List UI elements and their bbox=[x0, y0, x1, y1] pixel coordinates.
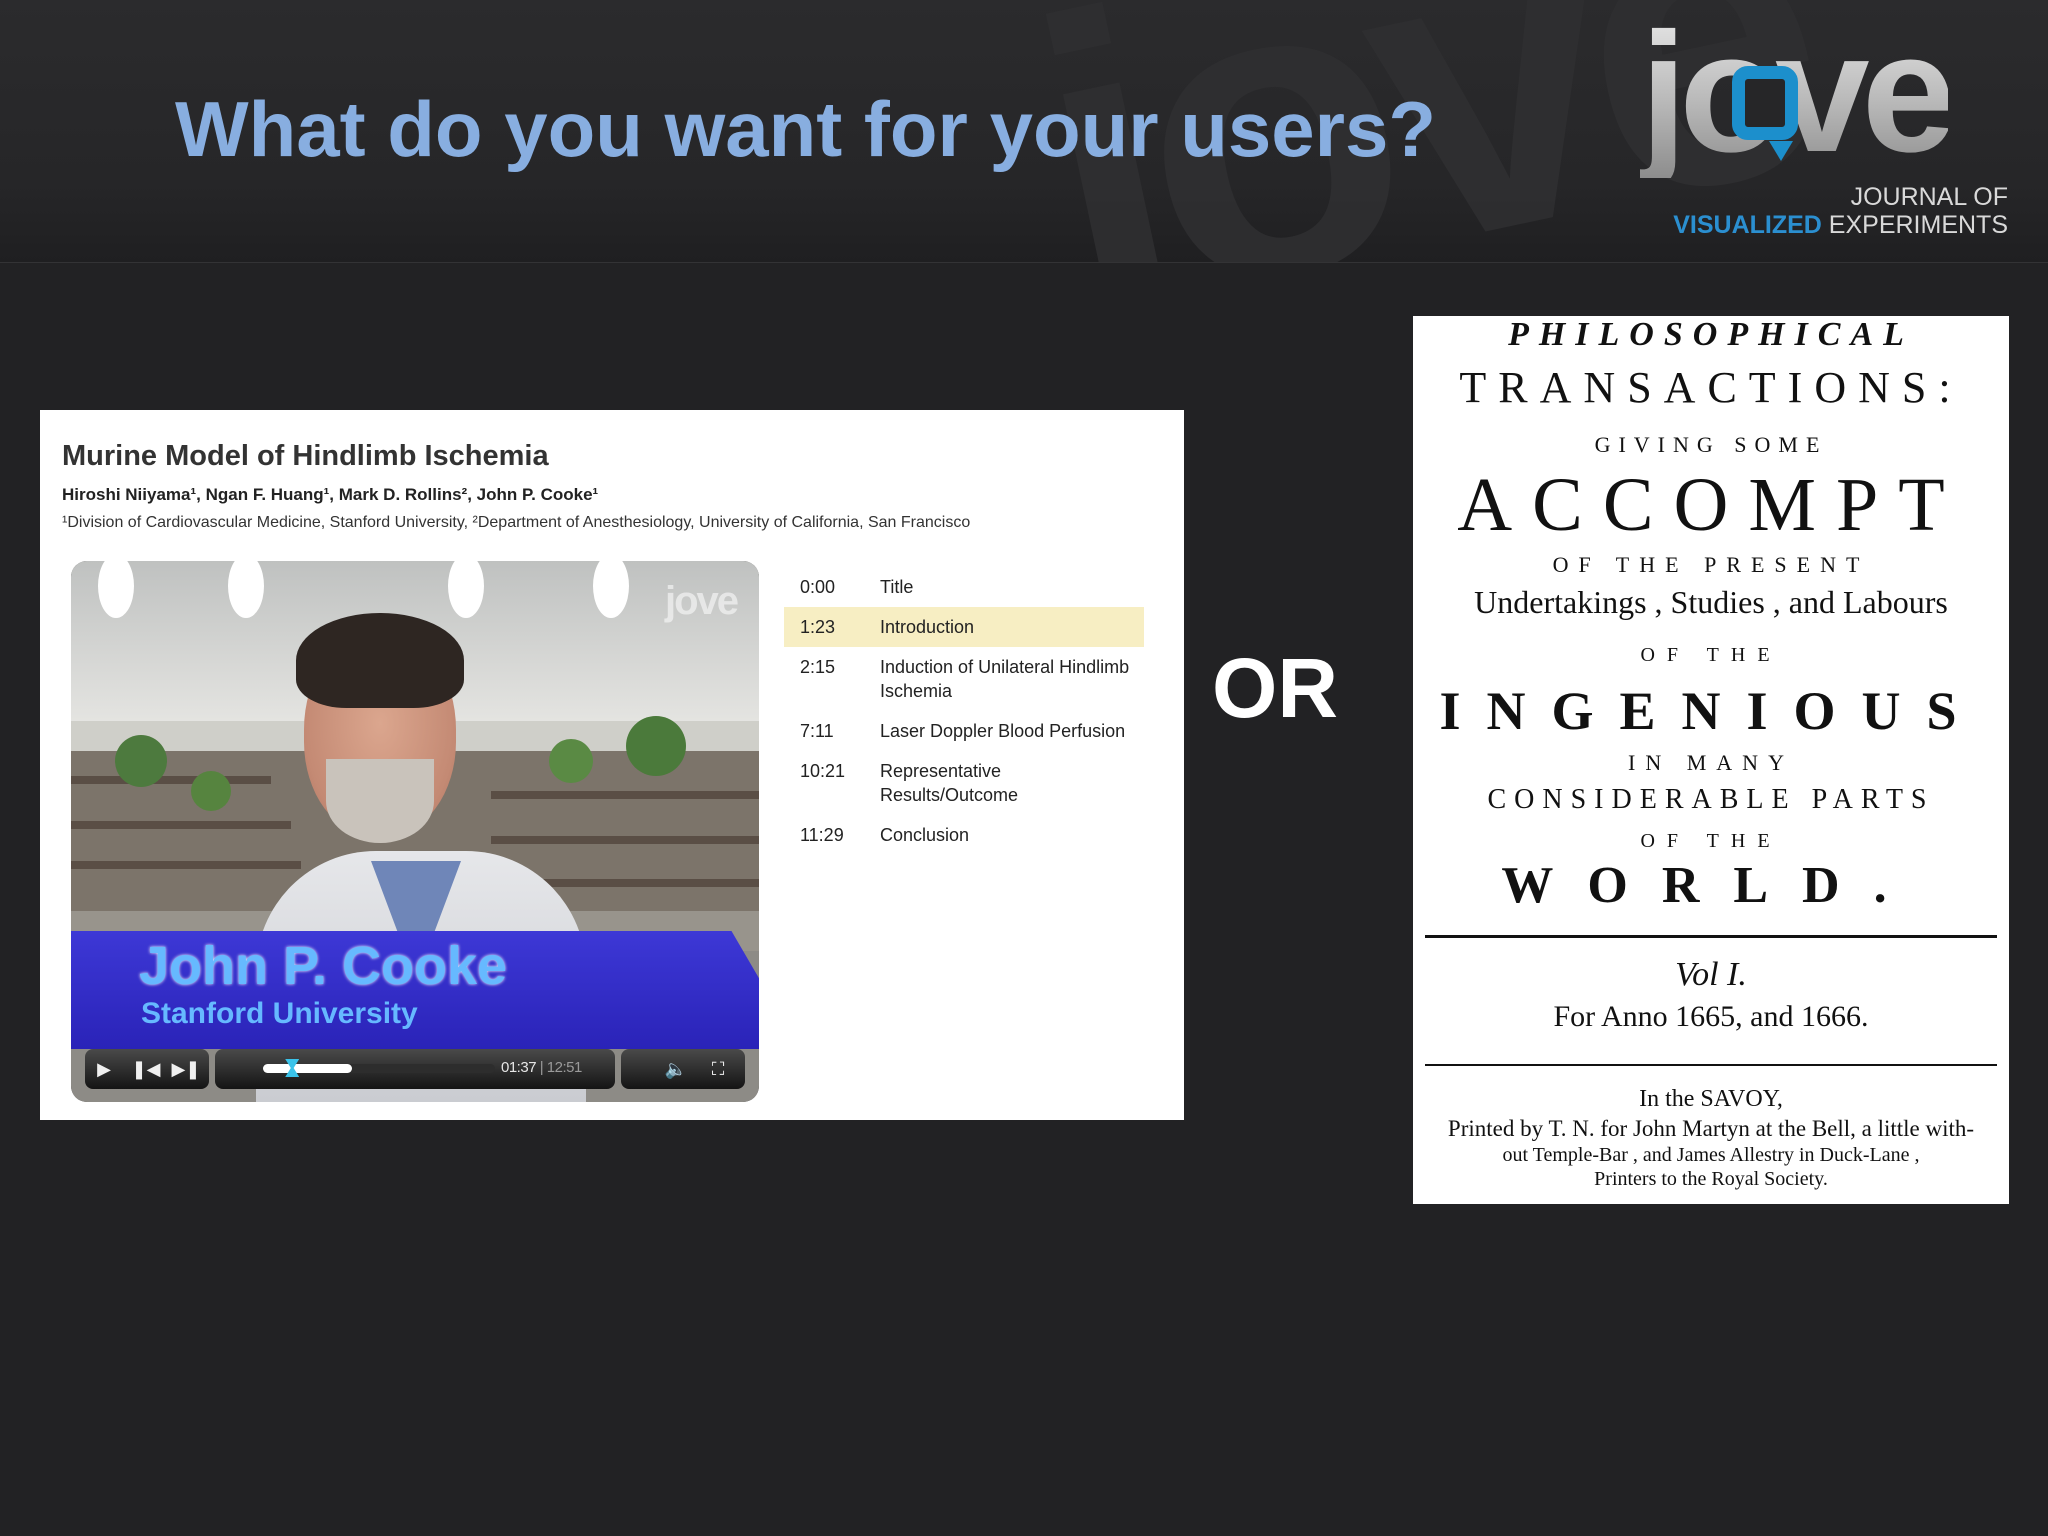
chapter-item[interactable]: 7:11 Laser Doppler Blood Perfusion bbox=[784, 711, 1144, 751]
chapter-time: 2:15 bbox=[800, 657, 836, 677]
chapter-item[interactable]: 11:29 Conclusion bbox=[784, 815, 1144, 855]
slide-title: What do you want for your users? bbox=[175, 85, 1437, 173]
seek-bar-played bbox=[263, 1064, 353, 1073]
chapter-item[interactable]: 10:21 Representative Results/Outcome bbox=[784, 751, 1144, 815]
logo-tagline-line1: JOURNAL OF bbox=[1850, 183, 2008, 211]
chapter-time: 0:00 bbox=[800, 577, 836, 597]
title-page-imprint: Printed by T. N. for John Martyn at the … bbox=[1447, 1116, 1975, 1141]
player-watermark-logo: jove bbox=[664, 579, 739, 623]
chapter-label: Induction of Unilateral Hindlimb Ischemi… bbox=[880, 657, 1130, 701]
or-label: OR bbox=[1212, 641, 1338, 735]
title-page-imprint: Printers to the Royal Society. bbox=[1594, 1168, 1828, 1190]
logo-tagline-accent: VISUALIZED bbox=[1673, 211, 1822, 239]
chapter-time: 7:11 bbox=[800, 721, 834, 741]
title-page-imprint: In the SAVOY, bbox=[1639, 1086, 1783, 1112]
title-page-line: PHILOSOPHICAL bbox=[1508, 316, 1914, 353]
title-page-line: ACCOMPT bbox=[1457, 463, 1965, 547]
title-page-line: GIVING SOME bbox=[1594, 432, 1828, 457]
chapter-item[interactable]: 0:00 Title bbox=[784, 567, 1144, 607]
video-article-screenshot: Murine Model of Hindlimb Ischemia Hirosh… bbox=[40, 410, 1184, 1120]
video-player[interactable]: jove John P. Cooke Stanford University ▶… bbox=[71, 561, 759, 1102]
title-page-imprint: out Temple-Bar , and James Allestry in D… bbox=[1502, 1144, 1920, 1166]
chapter-label: Introduction bbox=[880, 617, 975, 637]
chapter-label: Representative Results/Outcome bbox=[880, 761, 1019, 805]
seek-bar[interactable] bbox=[263, 1059, 495, 1077]
chapter-label: Title bbox=[880, 577, 914, 597]
next-chapter-icon[interactable]: ▶❚ bbox=[171, 1054, 201, 1084]
title-page-volume: Vol I. bbox=[1675, 956, 1747, 993]
title-page-rule bbox=[1425, 935, 1997, 938]
presenter-affiliation: Stanford University bbox=[141, 997, 418, 1030]
chapter-item[interactable]: 1:23 Introduction bbox=[784, 607, 1144, 647]
previous-chapter-icon[interactable]: ❚◀ bbox=[131, 1054, 161, 1084]
title-page-line: CONSIDERABLE PARTS bbox=[1487, 784, 1935, 815]
title-page-line: WORLD. bbox=[1501, 857, 1921, 914]
volume-fullscreen-group: 🔈 ⛶ bbox=[621, 1049, 745, 1089]
chapter-label: Laser Doppler Blood Perfusion bbox=[880, 721, 1126, 741]
title-page-years: For Anno 1665, and 1666. bbox=[1553, 1000, 1869, 1033]
time-display: 01:37 | 12:51 bbox=[501, 1059, 582, 1076]
chapter-time: 10:21 bbox=[800, 761, 846, 781]
chapter-list: 0:00 Title 1:23 Introduction 2:15 Induction o… bbox=[784, 567, 1144, 855]
article-affiliations: ¹Division of Cardiovascular Medicine, St… bbox=[62, 514, 971, 531]
current-time: 01:37 bbox=[501, 1059, 537, 1076]
chapter-label: Conclusion bbox=[880, 825, 970, 845]
lower-third-caption: John P. Cooke Stanford University bbox=[71, 931, 759, 1049]
presenter-beard bbox=[326, 759, 434, 843]
title-page-line: INGENIOUS bbox=[1439, 681, 1983, 741]
title-page-line: OF THE PRESENT bbox=[1552, 552, 1870, 577]
presenter-name: John P. Cooke bbox=[139, 936, 508, 996]
playback-buttons: ▶ ❚◀ ▶❚ bbox=[85, 1049, 209, 1089]
seek-bar-group: 01:37 | 12:51 bbox=[215, 1049, 615, 1089]
logo-tagline-rest: EXPERIMENTS bbox=[1828, 211, 2008, 239]
play-icon[interactable]: ▶ bbox=[89, 1054, 119, 1084]
total-time: 12:51 bbox=[546, 1059, 583, 1076]
philosophical-transactions-title-page: PHILOSOPHICAL TRANSACTIONS: GIVING SOME … bbox=[1413, 316, 2009, 1204]
chapter-time: 1:23 bbox=[800, 617, 836, 637]
chapter-time: 11:29 bbox=[800, 825, 844, 845]
player-controls: ▶ ❚◀ ▶❚ 01:37 | 12:51 🔈 ⛶ bbox=[85, 1049, 745, 1089]
title-page-line: TRANSACTIONS: bbox=[1459, 363, 1963, 412]
logo-tagline-line2: VISUALIZED EXPERIMENTS bbox=[1673, 211, 2008, 240]
article-authors: Hiroshi Niiyama¹, Ngan F. Huang¹, Mark D… bbox=[62, 485, 599, 504]
title-page-line: IN MANY bbox=[1628, 750, 1794, 775]
title-page-rule bbox=[1425, 1064, 1997, 1066]
presenter-hair bbox=[296, 613, 464, 708]
speech-bubble-icon bbox=[1732, 66, 1798, 161]
jove-logo: jove JOURNAL OF VISUALIZED EXPERIMENTS bbox=[1640, 8, 2020, 243]
title-page-line: OF THE bbox=[1640, 830, 1782, 852]
title-page-line: OF THE bbox=[1640, 644, 1782, 666]
article-title: Murine Model of Hindlimb Ischemia bbox=[62, 440, 549, 472]
chapter-item[interactable]: 2:15 Induction of Unilateral Hindlimb Isc… bbox=[784, 647, 1144, 711]
title-page-line: Undertakings , Studies , and Labours bbox=[1474, 584, 1948, 620]
slide-header: jove What do you want for your users? jo… bbox=[0, 0, 2048, 263]
fullscreen-icon[interactable]: ⛶ bbox=[703, 1054, 733, 1084]
volume-icon[interactable]: 🔈 bbox=[661, 1054, 691, 1084]
